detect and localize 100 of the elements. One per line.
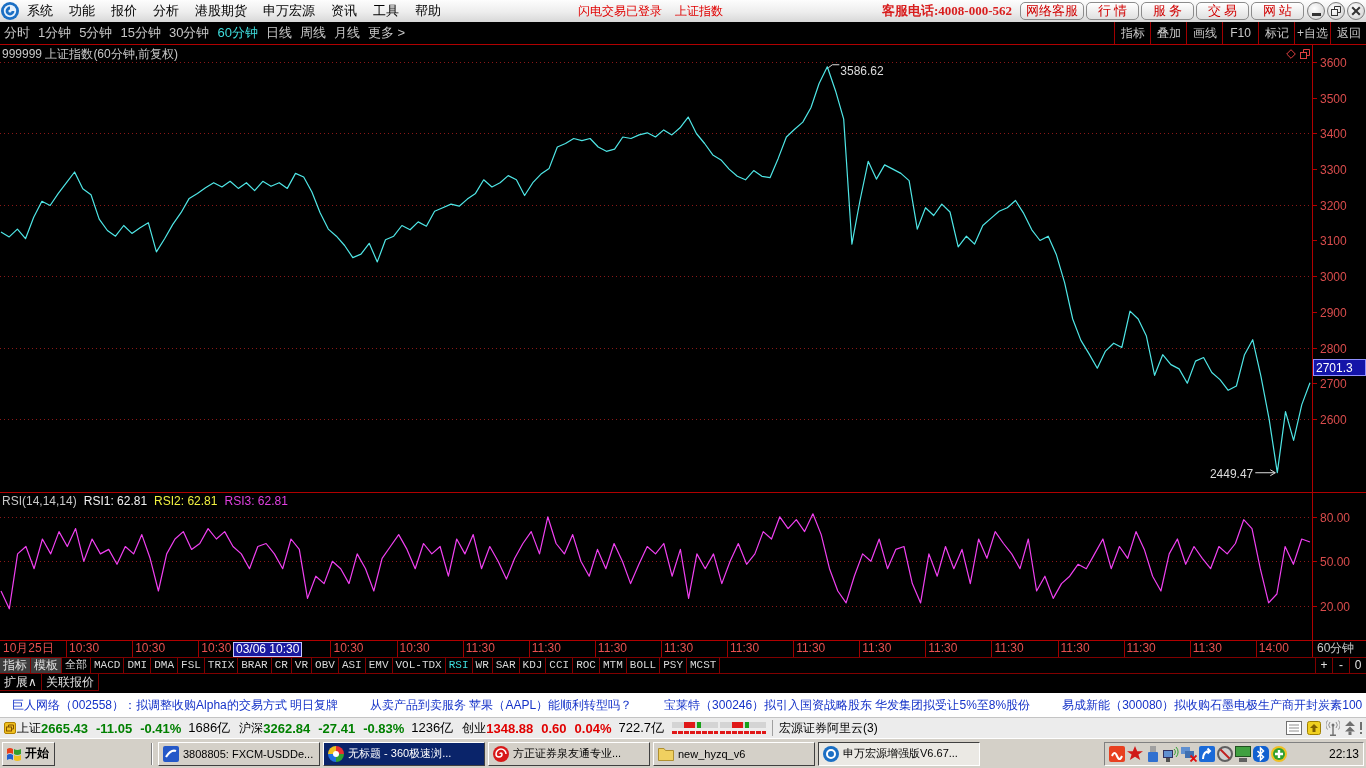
up-arrow-tile-icon[interactable] xyxy=(1307,721,1321,735)
toolbar-button[interactable]: 画线 xyxy=(1186,22,1222,44)
start-button[interactable]: 开始 xyxy=(2,741,55,766)
indicator-button[interactable]: 模板 xyxy=(31,658,62,673)
period-tab[interactable]: 日线 xyxy=(261,22,296,44)
axis-label: 3600 xyxy=(1320,56,1347,70)
indicator-tab[interactable]: EMV xyxy=(365,658,393,673)
more-button[interactable]: 更多 > xyxy=(363,22,410,44)
tile-icon[interactable] xyxy=(4,722,16,734)
indicator-tab[interactable]: ROC xyxy=(573,658,600,673)
indicator-tab[interactable]: CCI xyxy=(546,658,574,673)
taskbar-button[interactable]: 申万宏源增强版V6.67... xyxy=(818,741,980,766)
news-link[interactable]: 宝莱特（300246）拟引入国资战略股东 华发集团拟受让5%至8%股份 xyxy=(664,696,1031,714)
toolbar-button[interactable]: 返回 xyxy=(1330,22,1366,44)
indicator-button[interactable]: 指标 xyxy=(0,658,31,673)
toolbar-button[interactable]: 叠加 xyxy=(1150,22,1186,44)
nav-button[interactable]: 交 易 xyxy=(1196,2,1249,20)
zoom-button[interactable]: 0 xyxy=(1349,658,1366,673)
indicator-tab[interactable]: 全部 xyxy=(62,658,91,673)
axis-label: 3400 xyxy=(1320,127,1347,141)
clock-text: 22:13 xyxy=(1328,746,1359,761)
indicator-tab[interactable]: RSI xyxy=(445,658,473,673)
indicator-tab[interactable]: MCST xyxy=(687,658,721,673)
squares-icon[interactable] xyxy=(1300,49,1310,59)
indicator-tab[interactable]: KDJ xyxy=(519,658,547,673)
diamond-icon[interactable] xyxy=(1286,49,1296,59)
indicator-tab[interactable]: TRIX xyxy=(204,658,239,673)
no-sign-icon[interactable] xyxy=(1216,745,1233,762)
indicator-tab[interactable]: PSY xyxy=(660,658,687,673)
double-arrow-icon[interactable] xyxy=(1345,721,1355,735)
minimize-button[interactable] xyxy=(1307,2,1325,20)
news-link[interactable]: 从卖产品到卖服务 苹果（AAPL）能顺利转型吗？ xyxy=(370,696,633,714)
indicator-tab[interactable]: DMA xyxy=(151,658,179,673)
period-tab[interactable]: 60分钟 xyxy=(213,22,262,44)
menu-item[interactable]: 分析 xyxy=(145,1,187,21)
indicator-tab[interactable]: VOL-TDX xyxy=(392,658,446,673)
antenna-icon[interactable] xyxy=(1326,720,1340,736)
indicator-tab[interactable]: BRAR xyxy=(238,658,272,673)
bluetooth-icon[interactable] xyxy=(1252,745,1269,762)
period-tab[interactable]: 1分钟 xyxy=(34,22,76,44)
period-tab[interactable]: 30分钟 xyxy=(164,22,214,44)
toolbar-button[interactable]: 标记 xyxy=(1258,22,1294,44)
menu-item[interactable]: 工具 xyxy=(365,1,407,21)
menu-item[interactable]: 帮助 xyxy=(407,1,449,21)
star-icon[interactable] xyxy=(1126,745,1143,762)
taskbar-button[interactable]: 3808805: FXCM-USDDe... xyxy=(158,741,320,766)
indicator-tab[interactable]: WR xyxy=(472,658,493,673)
menu-item[interactable]: 港股期货 xyxy=(187,1,255,21)
menu-item[interactable]: 功能 xyxy=(61,1,103,21)
indicator-tab[interactable]: OBV xyxy=(312,658,339,673)
monitor-icon[interactable] xyxy=(1234,745,1251,762)
color-wheel-icon xyxy=(328,745,344,762)
indicator-tab[interactable]: DMI xyxy=(124,658,152,673)
period-tab[interactable]: 周线 xyxy=(295,22,330,44)
nav-button[interactable]: 网 站 xyxy=(1251,2,1304,20)
ring-logo-icon[interactable] xyxy=(1,2,19,20)
monitor-signal-icon[interactable] xyxy=(1162,745,1179,762)
indicator-tab[interactable]: VR xyxy=(291,658,313,673)
zoom-button[interactable]: - xyxy=(1332,658,1349,673)
menu-item[interactable]: 系统 xyxy=(19,1,61,21)
menu-item[interactable]: 申万宏源 xyxy=(255,1,323,21)
menu-item[interactable]: 资讯 xyxy=(323,1,365,21)
restore-button[interactable] xyxy=(1327,2,1345,20)
extension-button[interactable]: 关联报价 xyxy=(41,674,99,691)
zoom-button[interactable]: + xyxy=(1315,658,1332,673)
close-icon xyxy=(1351,6,1361,16)
indicator-tab[interactable]: BOLL xyxy=(626,658,661,673)
indicator-tab[interactable]: MTM xyxy=(600,658,627,673)
indicator-tab[interactable]: FSL xyxy=(178,658,205,673)
time-label: 10:30 xyxy=(135,641,166,655)
period-tab[interactable]: 5分钟 xyxy=(75,22,117,44)
index-name: 沪深 xyxy=(239,719,264,737)
nav-button[interactable]: 行 情 xyxy=(1086,2,1139,20)
curved-arrow-tile-icon[interactable] xyxy=(1198,745,1215,762)
indicator-tab[interactable]: MACD xyxy=(91,658,125,673)
taskbar-button[interactable]: 方正证券泉友通专业... xyxy=(488,741,650,766)
indicator-tab[interactable]: ASI xyxy=(338,658,366,673)
taskbar-button[interactable]: new_hyzq_v6 xyxy=(653,741,815,766)
period-tab[interactable]: 分时 xyxy=(0,22,34,44)
period-tab[interactable]: 月线 xyxy=(329,22,364,44)
plus-circle-icon[interactable] xyxy=(1270,745,1287,762)
toolbar-button[interactable]: 指标 xyxy=(1114,22,1150,44)
time-label: 11:30 xyxy=(1192,641,1222,655)
indicator-tab[interactable]: CR xyxy=(271,658,292,673)
taskbar-button[interactable]: 无标题 - 360极速浏... xyxy=(323,741,485,766)
indicator-tab[interactable]: SAR xyxy=(492,658,520,673)
nav-button[interactable]: 服 务 xyxy=(1141,2,1194,20)
menu-item[interactable]: 报价 xyxy=(103,1,145,21)
wave-tile-icon[interactable] xyxy=(1108,745,1125,762)
monitor-cross-icon[interactable] xyxy=(1180,745,1197,762)
news-link[interactable]: 易成新能（300080）拟收购石墨电极生产商开封炭素100 xyxy=(1062,696,1363,714)
extension-button[interactable]: 扩展∧ xyxy=(0,674,42,691)
nav-button[interactable]: 网络客服 xyxy=(1020,2,1084,20)
news-link[interactable]: 巨人网络（002558）：拟调整收购Alpha的交易方式 明日复牌 xyxy=(12,696,339,714)
toolbar-button[interactable]: +自选 xyxy=(1294,22,1330,44)
annotation: 3586.62 xyxy=(840,63,885,78)
close-button[interactable] xyxy=(1347,2,1365,20)
period-tab[interactable]: 15分钟 xyxy=(116,22,165,44)
notepad-icon[interactable] xyxy=(1286,721,1302,735)
toolbar-button[interactable]: F10 xyxy=(1222,22,1258,44)
